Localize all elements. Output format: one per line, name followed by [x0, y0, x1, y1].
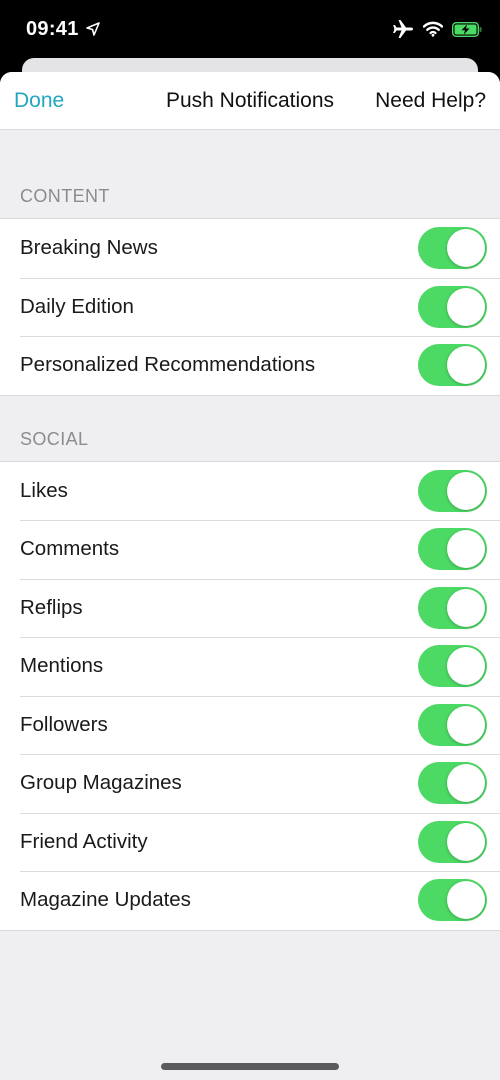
list-item: Breaking News: [0, 219, 500, 278]
setting-label: Followers: [20, 712, 108, 736]
list-item: Comments: [0, 520, 500, 579]
status-time: 09:41: [26, 18, 79, 40]
home-indicator[interactable]: [161, 1063, 339, 1070]
navigation-bar: Done Push Notifications Need Help?: [0, 72, 500, 130]
list-item: Mentions: [0, 637, 500, 696]
setting-label: Likes: [20, 478, 68, 502]
list-item: Followers: [0, 695, 500, 755]
list-item: Daily Edition: [0, 277, 500, 337]
toggle-knob: [447, 822, 485, 861]
setting-label: Friend Activity: [20, 829, 148, 853]
toggle-knob: [447, 764, 485, 803]
setting-label: Reflips: [20, 595, 83, 619]
push-notifications-sheet: Done Push Notifications Need Help? CONTE…: [0, 72, 500, 1080]
status-bar: 09:41: [0, 0, 500, 60]
list-item: Likes: [0, 462, 500, 521]
toggle-knob: [447, 346, 485, 385]
toggle-knob: [447, 647, 485, 686]
setting-label: Personalized Recommendations: [20, 353, 316, 377]
mentions-toggle[interactable]: [418, 645, 487, 688]
setting-label: Daily Edition: [20, 294, 134, 318]
toggle-knob: [447, 471, 485, 510]
toggle-knob: [447, 588, 485, 627]
section-header-social: SOCIAL: [0, 396, 500, 461]
setting-label: Mentions: [20, 654, 104, 678]
content-settings-group: Breaking News Daily Edition Personalized…: [0, 218, 500, 396]
battery-charging-icon: [452, 21, 482, 37]
followers-toggle[interactable]: [418, 703, 487, 746]
toggle-knob: [447, 229, 485, 268]
comments-toggle[interactable]: [418, 528, 487, 571]
toggle-knob: [447, 881, 485, 920]
toggle-knob: [447, 530, 485, 569]
reflips-toggle[interactable]: [418, 586, 487, 629]
section-header-content: CONTENT: [0, 130, 500, 218]
daily-edition-toggle[interactable]: [418, 285, 487, 328]
social-settings-group: Likes Comments Reflips Mentions Follower…: [0, 460, 500, 931]
section-header-label: CONTENT: [20, 186, 110, 206]
magazine-updates-toggle[interactable]: [418, 879, 487, 922]
setting-label: Breaking News: [20, 236, 158, 260]
breaking-news-toggle[interactable]: [418, 227, 487, 270]
setting-label: Comments: [20, 537, 120, 561]
list-item: Personalized Recommendations: [0, 336, 500, 395]
setting-label: Group Magazines: [20, 771, 182, 795]
list-item: Reflips: [0, 578, 500, 638]
list-item: Group Magazines: [0, 754, 500, 813]
list-item: Magazine Updates: [0, 871, 500, 930]
toggle-knob: [447, 705, 485, 744]
page-title: Push Notifications: [165, 89, 335, 112]
setting-label: Magazine Updates: [20, 888, 191, 912]
friend-activity-toggle[interactable]: [418, 820, 487, 863]
group-magazines-toggle[interactable]: [418, 762, 487, 805]
section-header-label: SOCIAL: [20, 428, 89, 449]
personalized-recommendations-toggle[interactable]: [418, 344, 487, 387]
need-help-button[interactable]: Need Help?: [375, 89, 486, 113]
wifi-icon: [423, 21, 443, 37]
location-arrow-icon: [86, 22, 100, 36]
likes-toggle[interactable]: [418, 469, 487, 512]
toggle-knob: [447, 287, 485, 326]
airplane-icon: [393, 20, 413, 38]
list-item: Friend Activity: [0, 812, 500, 872]
